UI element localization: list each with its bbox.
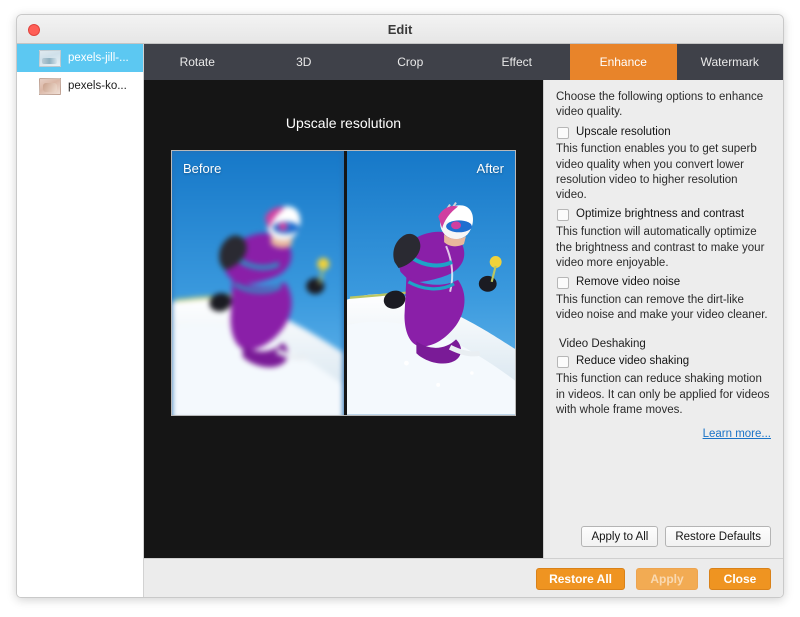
checkbox-reduce-video-shaking[interactable]: Reduce video shaking: [557, 355, 771, 369]
checkbox-icon[interactable]: [557, 356, 569, 369]
description-upscale-resolution: This function enables you to get superb …: [556, 143, 757, 202]
before-after-comparison: Before After: [171, 150, 516, 416]
preview-pane-before: Before: [172, 151, 344, 415]
preview-area: Upscale resolution Before After: [144, 80, 543, 558]
tab-effect[interactable]: Effect: [464, 44, 571, 80]
sidebar-item-file-0[interactable]: pexels-jill-...: [17, 44, 143, 72]
editor-content: Rotate 3D Crop Effect Enhance Watermark …: [144, 44, 783, 597]
tab-crop[interactable]: Crop: [357, 44, 464, 80]
video-thumbnail-icon: [39, 49, 61, 67]
after-label: After: [476, 161, 504, 176]
sidebar-item-file-1[interactable]: pexels-ko...: [17, 72, 143, 100]
description-optimize-brightness-contrast: This function will automatically optimiz…: [556, 226, 765, 269]
tab-watermark[interactable]: Watermark: [677, 44, 784, 80]
restore-all-button[interactable]: Restore All: [536, 567, 625, 590]
tab-3d[interactable]: 3D: [251, 44, 358, 80]
close-window-button[interactable]: [28, 24, 40, 36]
window-footer: Restore All Apply Close: [144, 558, 783, 597]
preview-title: Upscale resolution: [285, 115, 402, 131]
window-body: pexels-jill-... pexels-ko... Rotate 3D C…: [17, 44, 783, 597]
window-title: Edit: [387, 22, 413, 37]
apply-to-all-button[interactable]: Apply to All: [581, 526, 659, 547]
description-remove-video-noise: This function can remove the dirt-like v…: [556, 293, 768, 322]
learn-more-link[interactable]: Learn more...: [556, 428, 771, 440]
title-bar: Edit: [17, 15, 783, 44]
apply-button[interactable]: Apply: [636, 567, 698, 590]
options-action-row: Apply to All Restore Defaults: [581, 526, 771, 547]
before-label: Before: [183, 161, 222, 176]
sidebar-item-label: pexels-ko...: [68, 80, 127, 92]
tab-rotate[interactable]: Rotate: [144, 44, 251, 80]
checkbox-icon[interactable]: [557, 209, 569, 222]
checkbox-label: Reduce video shaking: [576, 355, 690, 368]
video-deshaking-group-title: Video Deshaking: [559, 338, 646, 351]
options-intro: Choose the following options to enhance …: [556, 91, 764, 119]
tab-enhance[interactable]: Enhance: [570, 44, 677, 80]
sidebar-item-label: pexels-jill-...: [68, 52, 129, 64]
skier-image-before: [172, 151, 344, 415]
checkbox-label: Remove video noise: [576, 276, 681, 289]
close-button[interactable]: Close: [709, 567, 771, 590]
checkbox-label: Upscale resolution: [576, 125, 671, 138]
file-list-sidebar: pexels-jill-... pexels-ko...: [17, 44, 144, 597]
editor-stage: Upscale resolution Before After Choose t…: [144, 80, 783, 558]
checkbox-label: Optimize brightness and contrast: [576, 208, 745, 221]
restore-defaults-button[interactable]: Restore Defaults: [665, 526, 771, 547]
checkbox-remove-video-noise[interactable]: Remove video noise: [557, 276, 771, 290]
skier-image-after: [346, 151, 515, 415]
enhance-options-panel: Choose the following options to enhance …: [543, 80, 783, 558]
checkbox-upscale-resolution[interactable]: Upscale resolution: [557, 126, 771, 140]
preview-pane-after: After: [343, 151, 516, 415]
editor-tab-bar: Rotate 3D Crop Effect Enhance Watermark: [144, 44, 783, 80]
description-reduce-video-shaking: This function can reduce shaking motion …: [556, 373, 770, 416]
checkbox-icon[interactable]: [557, 277, 569, 290]
edit-window: Edit pexels-jill-... pexels-ko... Rotate…: [16, 14, 784, 598]
video-thumbnail-icon: [39, 77, 61, 95]
checkbox-icon[interactable]: [557, 126, 569, 139]
checkbox-optimize-brightness-contrast[interactable]: Optimize brightness and contrast: [557, 208, 771, 222]
